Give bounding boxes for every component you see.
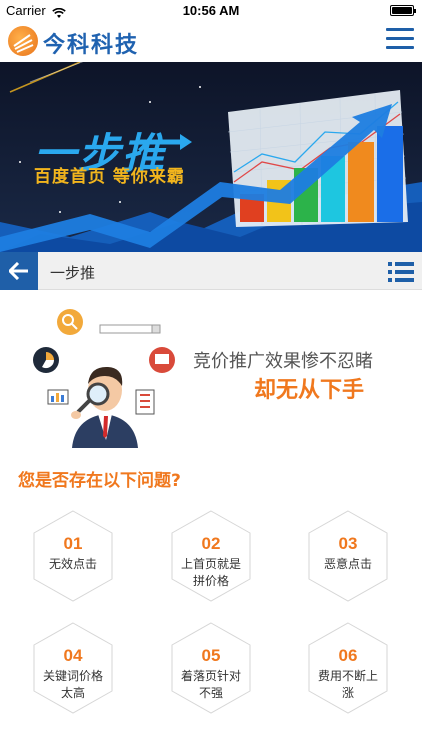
battery-icon [390, 5, 416, 16]
banner-subtitle: 百度首页 等你来霸 [34, 167, 185, 187]
question-text: 上首页就是拼价格 [180, 557, 241, 588]
promo-headline: 竞价推广效果惨不忍睹 [193, 351, 373, 372]
question-text: 关键词价格太高 [42, 669, 103, 700]
question-item[interactable]: 03 恶意点击 [308, 510, 388, 602]
list-icon [388, 262, 414, 282]
question-item[interactable]: 01 无效点击 [33, 510, 113, 602]
app-header: 今科科技 [0, 22, 422, 62]
question-item[interactable]: 05 着落页针对不强 [171, 622, 251, 714]
menu-bar [386, 28, 414, 31]
list-menu-button[interactable] [388, 261, 414, 283]
analyst-illustration [33, 309, 175, 448]
question-item[interactable]: 06 费用不断上涨 [308, 622, 388, 714]
questions-heading: 您是否存在以下问题? [18, 471, 181, 491]
question-number: 05 [201, 646, 221, 665]
question-text: 费用不断上涨 [317, 669, 378, 700]
back-button[interactable] [0, 252, 38, 290]
question-number: 02 [201, 534, 221, 553]
clock: 10:56 AM [182, 3, 240, 18]
question-item[interactable]: 04 关键词价格太高 [33, 622, 113, 714]
status-bar: Carrier 10:56 AM [0, 0, 422, 22]
promo-banner[interactable]: 一步推 百度首页 等你来霸 [0, 62, 422, 252]
question-number: 06 [338, 646, 358, 665]
promo-emphasis: 却无从下手 [254, 378, 365, 403]
question-item[interactable]: 02 上首页就是拼价格 [171, 510, 251, 602]
question-text: 着落页针对不强 [180, 669, 241, 700]
promo-section: 竞价推广效果惨不忍睹 却无从下手 [0, 290, 422, 450]
sub-navigation-bar: 一步推 [0, 252, 422, 290]
brand-name: 今科科技 [43, 33, 140, 58]
question-number: 04 [63, 646, 83, 665]
menu-bar [386, 46, 414, 49]
magnifier-bubble-icon [57, 309, 83, 335]
page-title: 一步推 [50, 264, 96, 282]
back-arrow-icon [9, 262, 28, 280]
question-text: 恶意点击 [323, 557, 372, 571]
logo-icon [8, 26, 38, 56]
hamburger-menu-button[interactable] [386, 28, 414, 52]
question-number: 03 [338, 534, 358, 553]
question-number: 01 [63, 534, 83, 553]
question-text: 无效点击 [48, 557, 97, 571]
menu-bar [386, 37, 414, 40]
